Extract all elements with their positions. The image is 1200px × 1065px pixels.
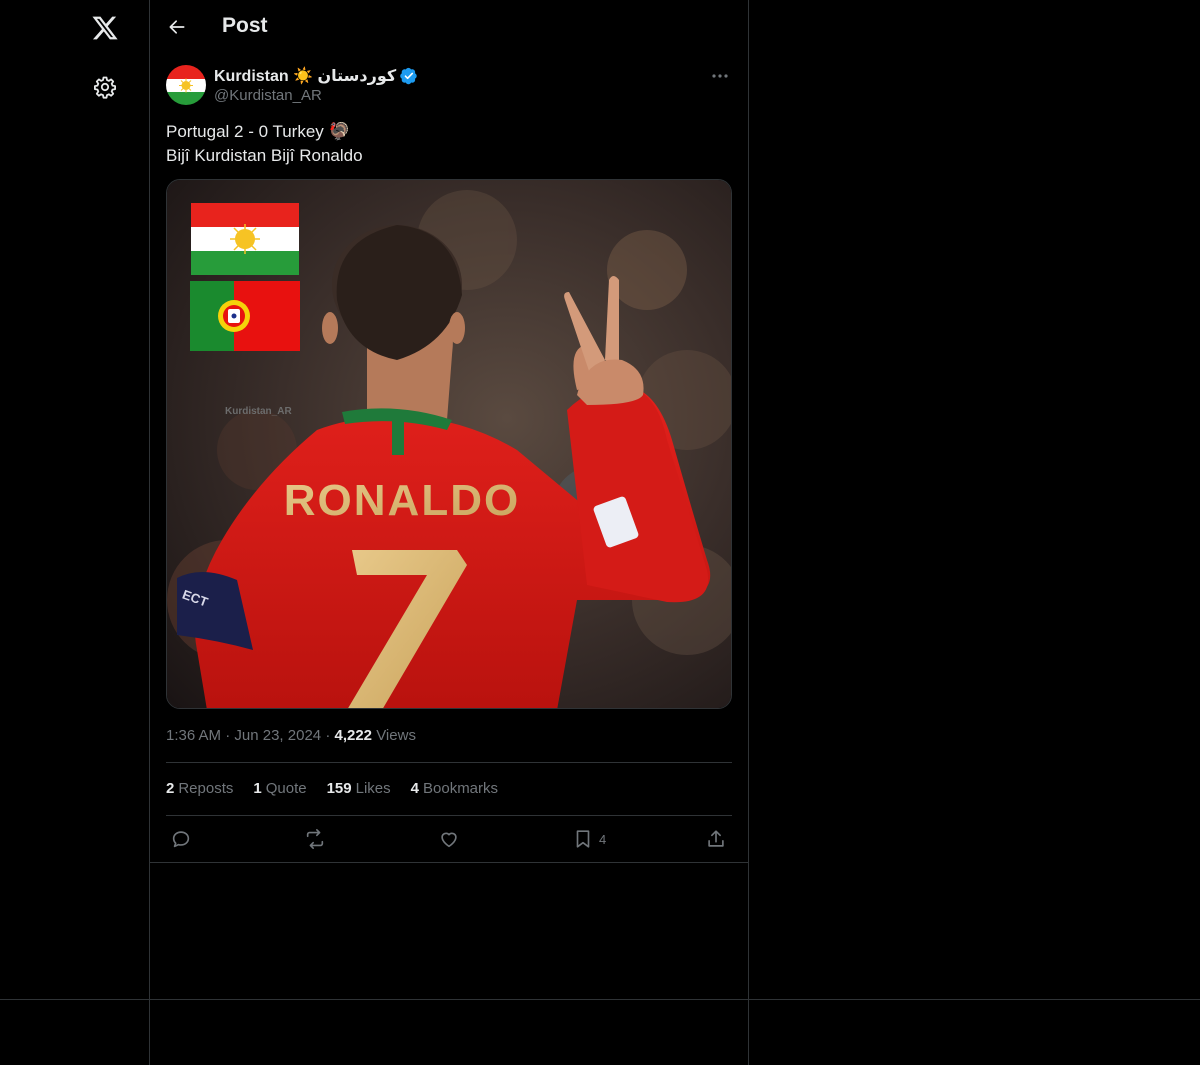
like-button[interactable] (438, 826, 460, 852)
post-meta: 1:36 AM · Jun 23, 2024 · 4,222 Views (166, 727, 416, 744)
post-author: Kurdistan ☀️ کوردستان @Kurdistan_AR (166, 64, 732, 106)
portugal-flag (190, 281, 300, 351)
likes-stat[interactable]: 159 Likes (327, 780, 391, 797)
repost-icon (306, 829, 324, 849)
post-text-line-2: Bijî Kurdistan Bijî Ronaldo (166, 146, 363, 165)
more-horizontal-icon (712, 74, 728, 78)
bookmarks-stat[interactable]: 4 Bookmarks (411, 780, 498, 797)
verified-badge-icon (400, 67, 418, 85)
kurdistan-flag (191, 203, 299, 275)
author-handle[interactable]: @Kurdistan_AR (214, 87, 322, 104)
right-divider (748, 0, 749, 1065)
post-date[interactable]: Jun 23, 2024 (234, 727, 321, 744)
views-label: Views (376, 727, 416, 744)
post-stats: 2 Reposts 1 Quote 159 Likes 4 Bookmarks (166, 780, 498, 797)
avatar[interactable] (166, 65, 206, 105)
back-button[interactable] (164, 14, 190, 40)
post-media-image[interactable]: Kurdistan_AR ECT RONALDO (166, 179, 732, 709)
left-divider (149, 0, 150, 1065)
media-watermark: Kurdistan_AR (225, 406, 292, 417)
post-actions: 4 (166, 826, 732, 854)
bookmark-button[interactable]: 4 (572, 826, 606, 852)
author-display-name[interactable]: Kurdistan ☀️ کوردستان (214, 66, 396, 86)
x-logo-icon[interactable] (91, 14, 119, 42)
left-nav (0, 0, 149, 1065)
bookmark-count: 4 (599, 831, 607, 847)
share-icon (708, 830, 724, 847)
arrow-left-icon (169, 20, 185, 34)
reply-icon (172, 831, 190, 848)
app-root: Post Kurdistan ☀️ کوردستان @Kurdistan_AR… (0, 0, 1200, 1065)
more-options-button[interactable] (708, 66, 732, 86)
repost-button[interactable] (303, 826, 327, 852)
post-bottom-divider (150, 862, 748, 863)
page-title: Post (222, 14, 268, 37)
meta-divider (166, 762, 732, 763)
stats-divider (166, 815, 732, 816)
heart-icon (441, 832, 457, 848)
post-text-line-1: Portugal 2 - 0 Turkey 🦃 (166, 122, 350, 141)
bookmark-icon (576, 830, 590, 848)
post-time[interactable]: 1:36 AM (166, 727, 221, 744)
views-count: 4,222 (334, 727, 373, 744)
bottom-divider (0, 999, 1200, 1000)
post-column: Post Kurdistan ☀️ کوردستان @Kurdistan_AR… (150, 0, 748, 849)
jersey-name-text: RONALDO (284, 476, 520, 525)
quotes-stat[interactable]: 1 Quote (253, 780, 306, 797)
share-button[interactable] (705, 826, 727, 852)
reply-button[interactable] (170, 826, 192, 852)
post-text: Portugal 2 - 0 Turkey 🦃 Bijî Kurdistan B… (166, 120, 363, 168)
name-row: Kurdistan ☀️ کوردستان (214, 66, 418, 86)
gear-icon[interactable] (93, 75, 117, 99)
reposts-stat[interactable]: 2 Reposts (166, 780, 233, 797)
post-header: Post (150, 0, 748, 54)
